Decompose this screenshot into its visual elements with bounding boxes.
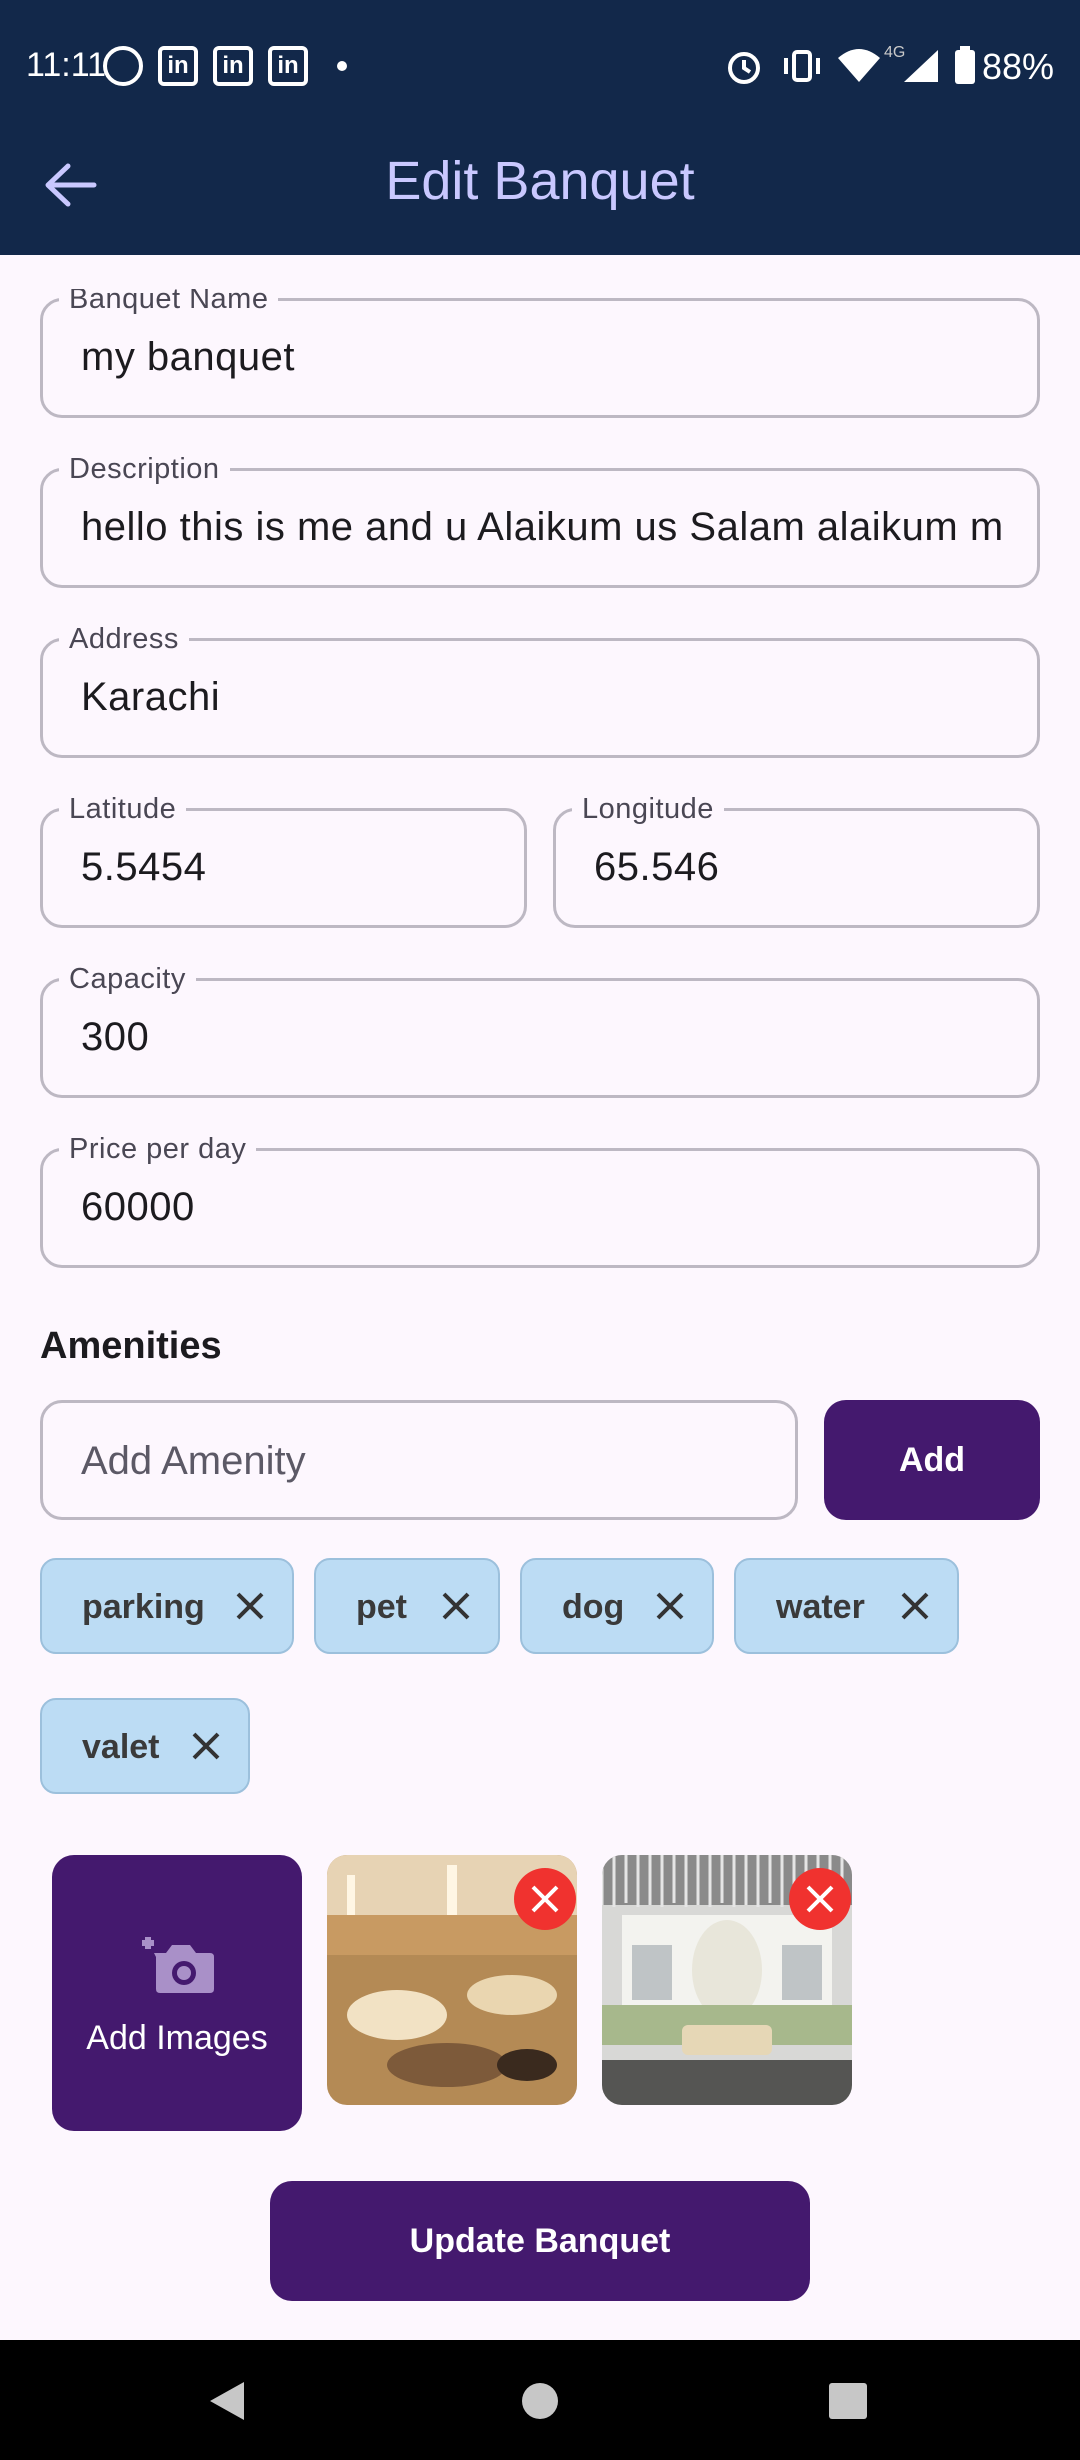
description-value: hello this is me and u Alaikum us Salam …: [81, 505, 1004, 549]
latitude-field[interactable]: Latitude 5.5454: [40, 793, 527, 928]
longitude-label: Longitude: [572, 793, 724, 826]
address-value: Karachi: [81, 675, 221, 719]
cell-signal-icon: [904, 50, 938, 82]
vibrate-icon: [784, 50, 820, 82]
amenities-heading: Amenities: [40, 1325, 222, 1367]
add-photo-icon: [142, 1937, 214, 1993]
nav-home-icon[interactable]: [520, 2381, 560, 2421]
banquet-name-field[interactable]: Banquet Name my banquet: [40, 283, 1040, 418]
system-navigation-bar: [0, 2340, 1080, 2460]
scroll-clip: [0, 255, 1080, 289]
amenity-placeholder: Add Amenity: [81, 1439, 306, 1483]
app-header: 11:11 in in in 4G 88% Edit Banquet: [0, 0, 1080, 255]
status-time: 11:11: [26, 46, 107, 84]
chip-label: dog: [562, 1588, 625, 1626]
capacity-field[interactable]: Capacity 300: [40, 963, 1040, 1098]
linkedin-icon: in: [213, 46, 253, 86]
battery-icon: [955, 46, 975, 84]
update-banquet-button[interactable]: Update Banquet: [270, 2181, 810, 2301]
description-field[interactable]: Description hello this is me and u Alaik…: [40, 453, 1040, 588]
close-icon[interactable]: [899, 1590, 931, 1622]
longitude-value: 65.546: [594, 845, 720, 889]
address-label: Address: [59, 623, 189, 656]
banquet-name-value: my banquet: [81, 335, 296, 379]
close-icon[interactable]: [190, 1730, 222, 1762]
price-label: Price per day: [59, 1133, 257, 1166]
nav-recents-icon[interactable]: [828, 2382, 868, 2420]
more-notifications-icon: [337, 61, 347, 71]
amenity-chip[interactable]: pet: [314, 1558, 500, 1654]
chip-label: pet: [356, 1588, 407, 1626]
chip-label: water: [776, 1588, 865, 1626]
description-label: Description: [59, 453, 230, 486]
amenity-chip[interactable]: water: [734, 1558, 959, 1654]
close-icon[interactable]: [440, 1590, 472, 1622]
wifi-icon: [838, 49, 880, 82]
latitude-label: Latitude: [59, 793, 187, 826]
capacity-label: Capacity: [59, 963, 196, 996]
amenity-chip[interactable]: parking: [40, 1558, 294, 1654]
status-bar: 11:11 in in in 4G 88%: [0, 0, 1080, 132]
amenity-input[interactable]: Add Amenity: [40, 1400, 798, 1520]
price-value: 60000: [81, 1185, 195, 1229]
close-icon[interactable]: [234, 1590, 266, 1622]
capacity-value: 300: [81, 1015, 150, 1059]
add-amenity-button[interactable]: Add: [824, 1400, 1040, 1520]
add-images-button[interactable]: Add Images: [52, 1855, 302, 2131]
longitude-field[interactable]: Longitude 65.546: [553, 793, 1040, 928]
linkedin-icon: in: [268, 46, 308, 86]
linkedin-icon: in: [158, 46, 198, 86]
alarm-icon: [728, 52, 760, 84]
whatsapp-icon: [103, 46, 143, 86]
battery-percent: 88%: [981, 46, 1054, 87]
chip-label: parking: [82, 1588, 205, 1626]
add-images-label: Add Images: [86, 2019, 268, 2057]
price-field[interactable]: Price per day 60000: [40, 1133, 1040, 1268]
chip-label: valet: [82, 1728, 160, 1766]
address-field[interactable]: Address Karachi: [40, 623, 1040, 758]
close-icon: [531, 1885, 559, 1913]
page-title: Edit Banquet: [385, 151, 695, 211]
nav-back-icon[interactable]: [208, 2380, 246, 2422]
amenity-chip[interactable]: valet: [40, 1698, 250, 1794]
amenity-chip[interactable]: dog: [520, 1558, 714, 1654]
latitude-value: 5.5454: [81, 845, 207, 889]
remove-image-button[interactable]: [514, 1868, 576, 1930]
close-icon[interactable]: [654, 1590, 686, 1622]
close-icon: [806, 1885, 834, 1913]
remove-image-button[interactable]: [789, 1868, 851, 1930]
